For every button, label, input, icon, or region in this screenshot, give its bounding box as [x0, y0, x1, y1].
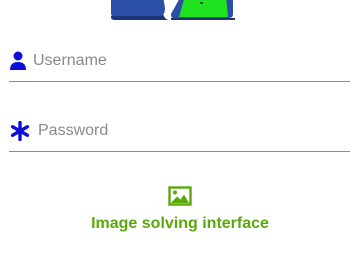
user-icon [9, 51, 27, 71]
asterisk-icon [9, 121, 31, 141]
app-logo [111, 0, 236, 20]
image-solver-link[interactable]: Image solving interface [0, 186, 360, 233]
image-icon [168, 186, 192, 211]
username-input[interactable] [33, 49, 323, 73]
image-solver-label[interactable]: Image solving interface [91, 215, 269, 233]
username-field[interactable] [9, 41, 350, 82]
password-field[interactable] [9, 111, 350, 152]
password-input[interactable] [38, 119, 328, 143]
